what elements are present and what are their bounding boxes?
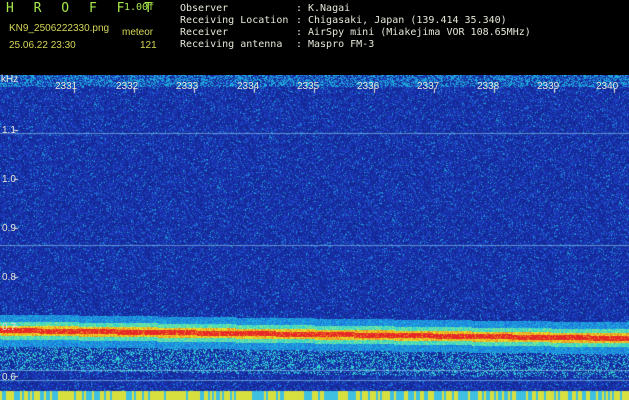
x-tick-label: 2335 — [297, 81, 320, 92]
antenna-value: Maspro FM-3 — [308, 39, 375, 50]
x-tick-label: 2336 — [357, 81, 380, 92]
observer-label: Observer — [180, 3, 229, 14]
x-tick-label: 2339 — [537, 81, 560, 92]
receiver-value: AirSpy mini (Miakejima VOR 108.65MHz) — [308, 27, 531, 38]
x-tick-label: 2340 — [596, 81, 619, 92]
y-tick-label: 1.1 — [2, 125, 16, 136]
y-tick-label: 0.6 — [2, 372, 16, 383]
observer-value: K.Nagai — [308, 3, 351, 14]
location-label: Receiving Location — [180, 15, 289, 26]
detection-type: meteor — [122, 27, 154, 38]
y-tick-label: 1.0 — [2, 174, 16, 185]
app-version: 1.00f — [124, 2, 155, 13]
x-tick-label: 2332 — [116, 81, 139, 92]
antenna-colon: : — [296, 39, 303, 50]
x-tick-label: 2333 — [176, 81, 199, 92]
hrofft-window: H R O F F T 1.00f KN9_2506222330.png met… — [0, 0, 629, 400]
x-tick-label: 2337 — [417, 81, 440, 92]
y-tick-label: 0.8 — [2, 272, 16, 283]
y-tick-label: 0.9 — [2, 223, 16, 234]
x-tick-label: 2331 — [55, 81, 78, 92]
receiver-label: Receiver — [180, 27, 229, 38]
receiver-colon: : — [296, 27, 303, 38]
meteor-count: 121 — [140, 40, 157, 51]
y-tick-label: 0.7 — [2, 322, 16, 333]
datetime: 25.06.22 23:30 — [9, 40, 76, 51]
antenna-label: Receiving antenna — [180, 39, 283, 50]
location-colon: : — [296, 15, 303, 26]
file-name: KN9_2506222330.png — [9, 23, 110, 34]
x-tick-label: 2338 — [477, 81, 500, 92]
x-tick-label: 2334 — [237, 81, 260, 92]
y-axis-unit: kHz — [1, 74, 19, 85]
spectrogram-plot — [0, 75, 629, 400]
location-value: Chigasaki, Japan (139.414 35.340) — [308, 15, 507, 26]
observer-colon: : — [296, 3, 303, 14]
